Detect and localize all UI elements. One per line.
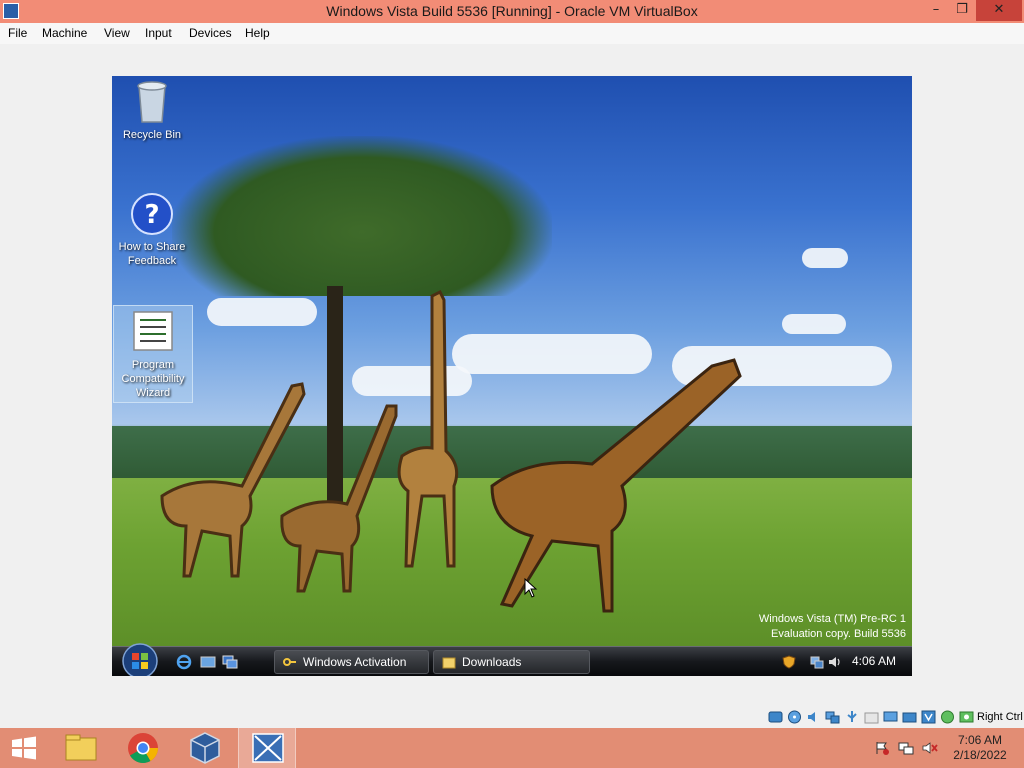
window-title: Windows Vista Build 5536 [Running] - Ora… [326,3,698,19]
menu-bar: File Machine View Input Devices Help [0,23,1024,44]
optical-drive-status-icon[interactable] [787,710,802,724]
minimize-button[interactable]: – [924,0,948,21]
display-status-icon[interactable] [883,710,898,724]
prog-label-line3: Wizard [135,387,171,399]
activation-key-icon [283,658,296,666]
taskbar-chrome[interactable] [114,728,172,768]
windows-start-icon[interactable] [0,728,48,768]
taskbar-virtualbox[interactable] [176,728,234,768]
audio-status-icon[interactable] [806,710,821,724]
watermark-line1: Windows Vista (TM) Pre-RC 1 [758,613,906,625]
host-taskbar: 7:06 AM 2/18/2022 [0,728,1024,768]
chrome-icon [128,733,158,764]
menu-devices[interactable]: Devices [189,26,232,40]
giraffe-image [397,289,459,568]
volume-muted-icon[interactable] [922,741,938,755]
window-titlebar[interactable]: Windows Vista Build 5536 [Running] - Ora… [0,0,1024,23]
menu-help[interactable]: Help [245,26,270,40]
network-tray-icon[interactable] [898,741,914,755]
task-label-downloads: Downloads [462,655,522,669]
cloud [207,298,317,326]
desktop-icon-program-compatibility-wizard[interactable]: Program Compatibility Wizard [113,305,193,403]
svg-text:?: ? [144,200,159,230]
cloud [782,314,846,334]
guest-taskbar: Windows Activation Downloads 4:06 AM [112,643,912,676]
giraffe-image [490,358,742,613]
virtualbox-icon [190,732,220,764]
host-date: 2/18/2022 [953,748,1007,762]
internet-explorer-icon[interactable] [176,654,192,670]
mouse-integration-status-icon[interactable] [940,710,955,724]
tree-canopy [172,136,552,296]
taskbar-file-explorer[interactable] [52,728,110,768]
wizard-document-icon [133,311,173,351]
taskbar-button-windows-activation[interactable]: Windows Activation [274,650,429,674]
file-explorer-icon [65,734,97,761]
taskbar-vista-vm[interactable] [238,728,296,768]
restore-button[interactable]: ❐ [950,0,974,21]
guest-screen[interactable]: Recycle Bin ? How to Share Feedback Prog… [112,76,912,676]
menu-machine[interactable]: Machine [42,26,87,40]
host-key-label[interactable]: Right Ctrl [977,711,1023,723]
close-button[interactable]: ✕ [976,0,1022,21]
desktop-icon-share-feedback[interactable]: ? How to Share Feedback [112,192,192,276]
network-status-icon[interactable] [825,710,840,724]
task-label-windows-activation: Windows Activation [303,655,407,669]
show-desktop-icon[interactable] [200,654,216,670]
menu-file[interactable]: File [8,26,27,40]
feedback-label-line2: Feedback [127,255,177,267]
feedback-label-line1: How to Share [118,241,186,253]
recording-status-icon[interactable] [902,710,917,724]
switch-windows-icon[interactable] [222,654,238,670]
watermark-line2: Evaluation copy. Build 5536 [771,628,906,640]
shared-folders-status-icon[interactable] [864,710,879,724]
menu-input[interactable]: Input [145,26,172,40]
prog-label-line2: Compatibility [121,373,185,385]
desktop-icon-recycle-bin[interactable]: Recycle Bin [112,80,192,144]
network-icon[interactable] [810,655,824,669]
action-center-flag-icon[interactable] [874,741,890,755]
vista-vm-icon [252,733,284,763]
prog-label-line1: Program [131,359,175,371]
usb-status-icon[interactable] [845,710,860,724]
hard-disk-status-icon[interactable] [768,710,783,724]
windows-evaluation-watermark: Windows Vista (TM) Pre-RC 1 Evaluation c… [759,612,906,642]
virtualbox-status-bar: Right Ctrl [0,706,1024,728]
taskbar-button-downloads[interactable]: Downloads [433,650,590,674]
menu-view[interactable]: View [104,26,130,40]
host-time: 7:06 AM [957,733,1003,747]
host-clock[interactable]: 7:06 AM 2/18/2022 [940,733,1020,763]
virtualization-status-icon[interactable] [921,710,936,724]
help-question-icon: ? [131,193,173,235]
guest-clock[interactable]: 4:06 AM [852,654,896,668]
folder-icon [442,657,456,669]
recycle-bin-icon [137,81,167,123]
security-shield-icon[interactable] [782,655,796,669]
vista-start-orb-icon[interactable] [120,643,160,676]
mouse-cursor-icon [524,578,538,598]
recycle-bin-label: Recycle Bin [122,129,182,141]
cloud [802,248,848,268]
volume-icon[interactable] [828,655,842,669]
keyboard-status-icon[interactable] [959,710,974,724]
